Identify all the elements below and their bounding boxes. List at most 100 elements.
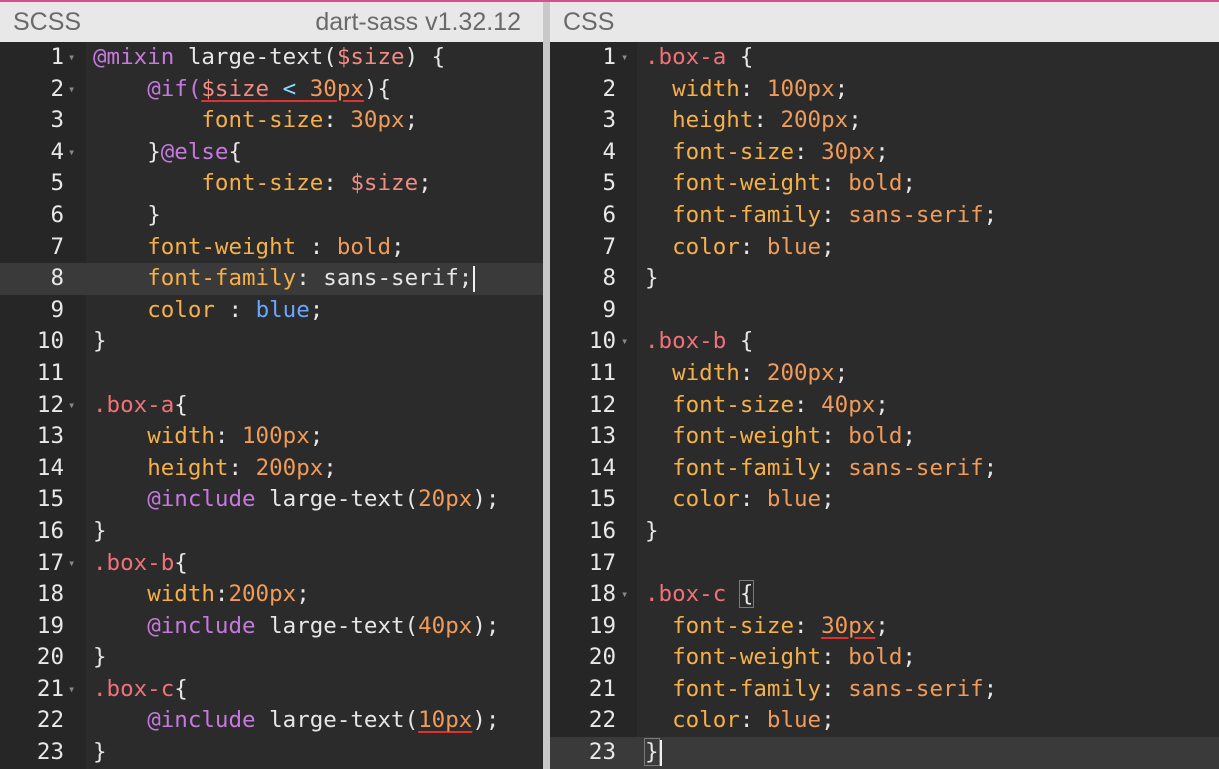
fold-arrow-icon[interactable]: ▾ (621, 326, 633, 358)
code-line[interactable]: 5 font-size: $size; (0, 168, 543, 200)
line-number: 1 (50, 44, 64, 70)
fold-arrow-icon[interactable]: ▾ (68, 137, 80, 169)
code-line-active[interactable]: 23} (550, 737, 1219, 769)
code-line[interactable]: 22 @include large-text(10px); (0, 705, 543, 737)
fold-arrow-icon[interactable]: ▾ (68, 390, 80, 422)
code-text: @if($size < 30px){ (147, 75, 392, 102)
line-number: 2 (50, 75, 64, 102)
code-line[interactable]: 14 height: 200px; (0, 453, 543, 485)
code-text: .box-b { (645, 328, 754, 355)
code-line[interactable]: 10} (0, 326, 543, 358)
code-text: } (93, 739, 107, 766)
fold-arrow-icon[interactable]: ▾ (68, 42, 80, 74)
code-text: font-size: 30px; (672, 138, 889, 165)
code-line[interactable]: 11 width: 200px; (550, 358, 1219, 390)
line-number: 2 (602, 75, 616, 102)
line-number: 16 (36, 517, 64, 544)
code-line[interactable]: 15 @include large-text(20px); (0, 484, 543, 516)
code-text: @include large-text(10px); (147, 707, 500, 734)
scss-editor[interactable]: 1 ▾ @mixin large-text($size) { 2 ▾ @if($siz… (0, 42, 543, 769)
scss-panel-title: SCSS (13, 8, 82, 36)
line-number: 13 (588, 423, 616, 450)
code-line[interactable]: 7 font-weight : bold; (0, 232, 543, 264)
code-line[interactable]: 6 } (0, 200, 543, 232)
code-line[interactable]: 19 @include large-text(40px); (0, 611, 543, 643)
fold-arrow-icon[interactable]: ▾ (68, 74, 80, 106)
code-line-active[interactable]: 8 font-family: sans-serif; (0, 263, 543, 295)
fold-arrow-icon[interactable]: ▾ (68, 674, 80, 706)
text-cursor (659, 739, 662, 766)
red-underline-annotation: $size < 30px (201, 75, 364, 102)
code-text: font-weight : bold; (147, 233, 405, 260)
code-line[interactable]: 9 (550, 295, 1219, 327)
code-line[interactable]: 4 ▾ }@else{ (0, 137, 543, 169)
code-line[interactable]: 12 font-size: 40px; (550, 390, 1219, 422)
code-line[interactable]: 21 font-family: sans-serif; (550, 674, 1219, 706)
code-text: } (645, 517, 659, 544)
line-number: 7 (50, 233, 64, 260)
line-number: 17 (36, 549, 64, 576)
code-line[interactable]: 19 font-size: 30px; (550, 611, 1219, 643)
code-line[interactable]: 21 ▾ .box-c{ (0, 674, 543, 706)
line-number: 9 (602, 296, 616, 323)
line-number: 10 (588, 328, 616, 355)
code-line[interactable]: 4 font-size: 30px; (550, 137, 1219, 169)
code-text: color: blue; (672, 233, 835, 260)
line-number: 12 (36, 391, 64, 418)
line-number: 21 (588, 675, 616, 702)
code-line[interactable]: 7 color: blue; (550, 232, 1219, 264)
line-number: 11 (36, 359, 64, 386)
code-text: color: blue; (672, 707, 835, 734)
line-number: 14 (36, 454, 64, 481)
fold-arrow-icon[interactable]: ▾ (621, 579, 633, 611)
code-line[interactable]: 10 ▾ .box-b { (550, 326, 1219, 358)
compiler-version-selector[interactable]: dart-sass v1.32.12 (315, 2, 521, 42)
code-line[interactable]: 15 color: blue; (550, 484, 1219, 516)
code-line[interactable]: 6 font-family: sans-serif; (550, 200, 1219, 232)
code-text: font-family: sans-serif; (672, 454, 998, 481)
code-line[interactable]: 17 ▾ .box-b{ (0, 548, 543, 580)
code-text: font-weight: bold; (672, 170, 916, 197)
code-text: height: 200px; (672, 107, 862, 134)
code-line[interactable]: 14 font-family: sans-serif; (550, 453, 1219, 485)
css-output-editor[interactable]: 1 ▾ .box-a { 2 width: 100px; 3 height: 200… (550, 42, 1219, 769)
code-line[interactable]: 1 ▾ .box-a { (550, 42, 1219, 74)
fold-arrow-icon[interactable]: ▾ (68, 548, 80, 580)
line-number: 23 (588, 739, 616, 766)
code-line[interactable]: 13 font-weight: bold; (550, 421, 1219, 453)
code-line[interactable]: 18 ▾ .box-c { (550, 579, 1219, 611)
code-line[interactable]: 20} (0, 642, 543, 674)
code-line[interactable]: 23} (0, 737, 543, 769)
line-number: 5 (602, 170, 616, 197)
fold-arrow-icon[interactable]: ▾ (621, 42, 633, 74)
code-line[interactable]: 20 font-weight: bold; (550, 642, 1219, 674)
line-number: 19 (36, 612, 64, 639)
code-line[interactable]: 17 (550, 548, 1219, 580)
code-text: } (147, 201, 161, 228)
code-line[interactable]: 3 font-size: 30px; (0, 105, 543, 137)
line-number: 15 (36, 486, 64, 513)
code-line[interactable]: 16} (550, 516, 1219, 548)
code-line[interactable]: 9 color : blue; (0, 295, 543, 327)
code-text: .box-a{ (93, 391, 188, 418)
code-line[interactable]: 5 font-weight: bold; (550, 168, 1219, 200)
code-line[interactable]: 8} (550, 263, 1219, 295)
code-line[interactable]: 3 height: 200px; (550, 105, 1219, 137)
code-line[interactable]: 12 ▾ .box-a{ (0, 390, 543, 422)
code-line[interactable]: 13 width: 100px; (0, 421, 543, 453)
line-number: 7 (602, 233, 616, 260)
scss-panel: SCSS dart-sass v1.32.12 1 ▾ @mixin large-t… (0, 2, 543, 769)
code-line[interactable]: 2 ▾ @if($size < 30px){ (0, 74, 543, 106)
code-text: font-weight: bold; (672, 423, 916, 450)
line-number: 17 (588, 549, 616, 576)
line-number: 18 (588, 581, 616, 608)
red-underline-annotation: 10px (418, 707, 473, 734)
code-line[interactable]: 18 width:200px; (0, 579, 543, 611)
panel-divider-handle[interactable] (543, 2, 550, 769)
code-line[interactable]: 16} (0, 516, 543, 548)
code-line[interactable]: 2 width: 100px; (550, 74, 1219, 106)
code-line[interactable]: 11 (0, 358, 543, 390)
code-line[interactable]: 22 color: blue; (550, 705, 1219, 737)
code-line[interactable]: 1 ▾ @mixin large-text($size) { (0, 42, 543, 74)
line-number: 22 (588, 707, 616, 734)
